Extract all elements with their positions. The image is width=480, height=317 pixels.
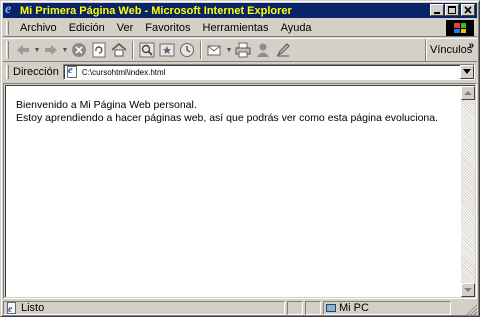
toolbar-separator	[132, 41, 134, 59]
status-zone-text: Mi PC	[339, 301, 369, 314]
print-button[interactable]	[233, 40, 253, 60]
menu-edicion[interactable]: Edición	[63, 22, 111, 34]
status-main-panel: e Listo	[3, 300, 285, 315]
menu-favoritos[interactable]: Favoritos	[139, 22, 196, 34]
home-icon	[111, 43, 127, 57]
stop-icon	[72, 43, 86, 57]
title-bar[interactable]: e Mi Primera Página Web - Microsoft Inte…	[3, 1, 477, 18]
favorites-icon	[159, 43, 175, 57]
ie-logo-icon: e	[5, 1, 12, 17]
menu-archivo[interactable]: Archivo	[14, 22, 63, 34]
windows-logo-icon	[454, 23, 466, 33]
forward-icon	[45, 45, 57, 55]
favorites-button[interactable]	[157, 40, 177, 60]
status-zone-panel: Mi PC	[323, 300, 451, 315]
refresh-icon	[92, 42, 106, 58]
window-title: Mi Primera Página Web - Microsoft Intern…	[20, 4, 292, 17]
edit-icon	[276, 43, 290, 57]
edit-button[interactable]	[273, 40, 293, 60]
search-button[interactable]	[137, 40, 157, 60]
refresh-button[interactable]	[89, 40, 109, 60]
address-input[interactable]: e C:\cursohtml\index.html	[62, 64, 475, 80]
back-icon	[17, 45, 29, 55]
close-button[interactable]	[461, 4, 475, 16]
address-label: Dirección	[13, 66, 59, 78]
address-grip[interactable]	[6, 65, 9, 79]
address-value[interactable]: C:\cursohtml\index.html	[82, 68, 166, 77]
mail-dropdown[interactable]: ▼	[225, 40, 233, 60]
back-dropdown[interactable]: ▼	[33, 40, 41, 60]
menu-ver[interactable]: Ver	[111, 22, 140, 34]
toolbar-separator	[200, 41, 202, 59]
print-icon	[235, 42, 251, 58]
page-icon: e	[66, 64, 80, 78]
address-dropdown-button[interactable]	[460, 65, 474, 79]
maximize-icon	[448, 6, 456, 14]
page-line-1: Bienvenido a Mi Página Web personal.	[16, 99, 197, 111]
links-bar[interactable]: Vínculos »	[425, 39, 477, 61]
page-line-2: Estoy aprendiendo a hacer páginas web, a…	[16, 112, 439, 124]
vertical-scrollbar[interactable]	[461, 86, 475, 297]
messenger-button[interactable]	[253, 40, 273, 60]
links-label: Vínculos	[430, 44, 473, 56]
standard-toolbar: ▼ ▼ ▼ Vínculos »	[3, 38, 477, 62]
page-done-icon: e	[7, 301, 16, 314]
menu-ayuda[interactable]: Ayuda	[275, 22, 318, 34]
mail-icon	[207, 45, 221, 56]
arrow-down-icon	[464, 287, 472, 292]
home-button[interactable]	[109, 40, 129, 60]
status-blank-panel	[287, 300, 303, 315]
browser-window: e Mi Primera Página Web - Microsoft Inte…	[0, 0, 480, 317]
forward-button[interactable]	[41, 40, 61, 60]
close-icon	[464, 6, 472, 14]
menu-herramientas[interactable]: Herramientas	[197, 22, 275, 34]
page-body: Bienvenido a Mi Página Web personal. Est…	[16, 99, 438, 125]
menu-bar: Archivo Edición Ver Favoritos Herramient…	[3, 19, 477, 37]
minimize-icon	[434, 12, 440, 14]
forward-dropdown[interactable]: ▼	[61, 40, 69, 60]
scroll-down-button[interactable]	[461, 283, 475, 297]
window-controls	[429, 4, 475, 16]
search-icon	[139, 42, 155, 58]
status-blank-panel-2	[305, 300, 321, 315]
status-bar: e Listo Mi PC	[3, 300, 477, 315]
arrow-up-icon	[464, 90, 472, 95]
menu-grip[interactable]	[6, 20, 9, 35]
content-frame: Bienvenido a Mi Página Web personal. Est…	[3, 83, 477, 299]
svg-text:e: e	[8, 304, 13, 314]
stop-button[interactable]	[69, 40, 89, 60]
scroll-up-button[interactable]	[461, 86, 475, 100]
toolbar-grip[interactable]	[6, 41, 9, 59]
maximize-button[interactable]	[445, 4, 459, 16]
chevron-down-icon	[463, 69, 471, 74]
messenger-icon	[257, 43, 269, 57]
status-text: Listo	[21, 301, 45, 314]
mail-button[interactable]	[205, 40, 225, 60]
page-viewport[interactable]: Bienvenido a Mi Página Web personal. Est…	[5, 85, 475, 297]
windows-throbber	[446, 20, 474, 36]
resize-grip[interactable]	[465, 303, 477, 315]
history-button[interactable]	[177, 40, 197, 60]
minimize-button[interactable]	[430, 4, 444, 16]
address-bar: Dirección e C:\cursohtml\index.html	[3, 63, 477, 81]
my-computer-icon	[326, 303, 336, 312]
back-button[interactable]	[13, 40, 33, 60]
chevron-right-icon[interactable]: »	[468, 40, 474, 51]
history-icon	[180, 43, 194, 57]
